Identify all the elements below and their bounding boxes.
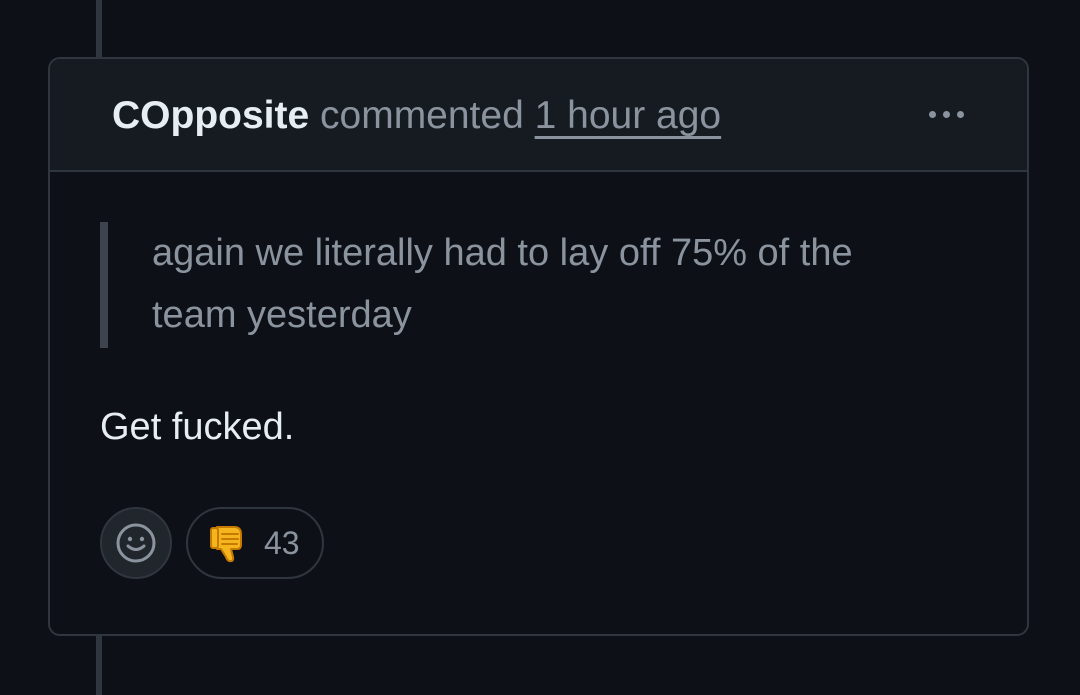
- comment-header-text: COpposite commented 1 hour ago: [112, 91, 721, 141]
- quoted-reply: again we literally had to lay off 75% of…: [100, 222, 930, 348]
- smiley-icon: [116, 523, 156, 563]
- comment-header: COpposite commented 1 hour ago: [50, 59, 1027, 172]
- quote-bar: [100, 222, 108, 348]
- add-reaction-button[interactable]: [100, 507, 172, 579]
- kebab-horizontal-icon: [928, 110, 936, 118]
- kebab-horizontal-icon: [942, 110, 950, 118]
- comment-timestamp[interactable]: 1 hour ago: [535, 94, 722, 137]
- thumbs-down-icon: [206, 522, 248, 564]
- kebab-horizontal-icon: [956, 110, 964, 118]
- quote-text: again we literally had to lay off 75% of…: [152, 232, 853, 336]
- reaction-count: 43: [264, 525, 300, 561]
- comment-action: commented: [320, 94, 524, 137]
- comment-container: COpposite commented 1 hour ago again we …: [48, 57, 1029, 636]
- thumbs-down-reaction-button[interactable]: 43: [186, 507, 324, 579]
- comment-menu-button[interactable]: [916, 97, 976, 131]
- comment-body: again we literally had to lay off 75% of…: [50, 172, 1027, 634]
- reactions-row: 43: [100, 507, 324, 579]
- comment-text: Get fucked.: [100, 406, 295, 448]
- comment-author[interactable]: COpposite: [112, 94, 309, 137]
